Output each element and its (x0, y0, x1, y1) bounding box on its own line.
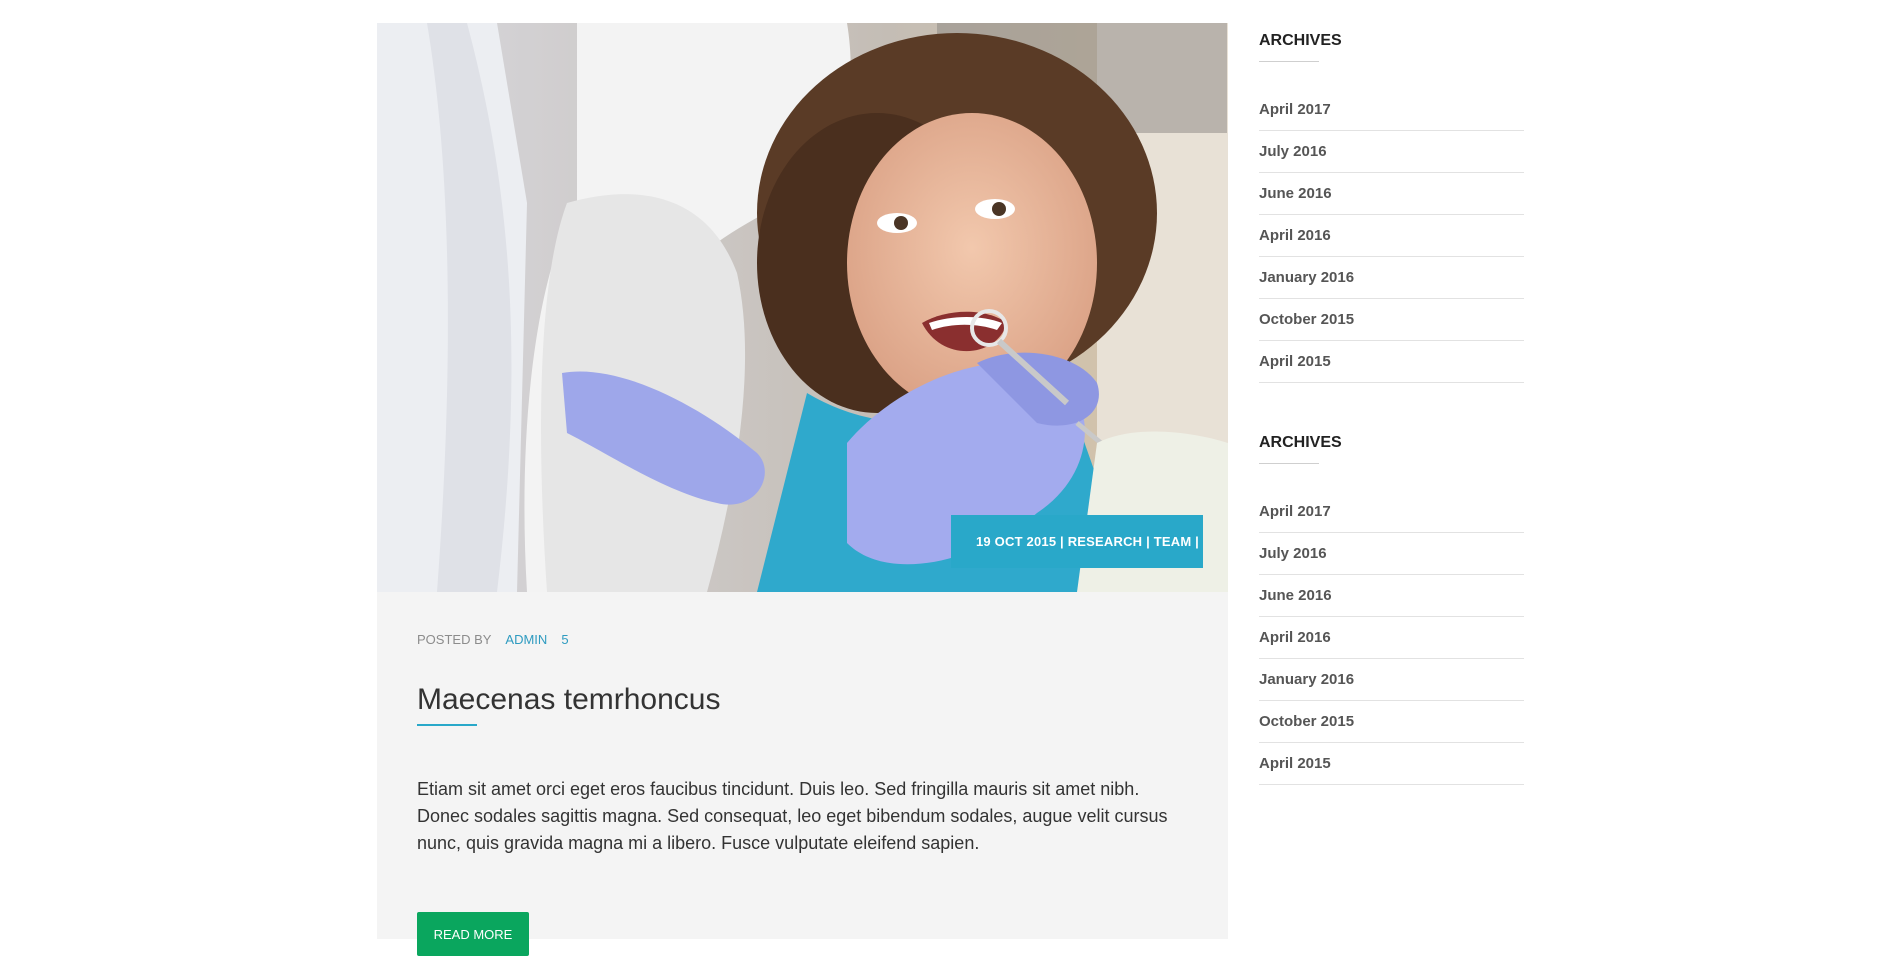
list-item: June 2016 (1259, 173, 1524, 215)
author-link[interactable]: ADMIN (505, 632, 547, 648)
list-item: June 2016 (1259, 575, 1524, 617)
archives-widget: ARCHIVES April 2017 July 2016 June 2016 … (1259, 31, 1524, 383)
title-underline (417, 724, 477, 726)
list-item: April 2017 (1259, 89, 1524, 131)
list-item: July 2016 (1259, 131, 1524, 173)
archive-link[interactable]: April 2015 (1259, 755, 1331, 772)
child-at-dentist-image (377, 23, 1228, 592)
post-meta-line: POSTED BY ADMIN 5 (417, 632, 1188, 648)
list-item: April 2016 (1259, 617, 1524, 659)
widget-title-underline (1259, 61, 1319, 62)
archive-link[interactable]: June 2016 (1259, 185, 1332, 202)
list-item: October 2015 (1259, 299, 1524, 341)
archives-widget: ARCHIVES April 2017 July 2016 June 2016 … (1259, 433, 1524, 785)
read-more-button[interactable]: READ MORE (417, 912, 529, 956)
post-body: POSTED BY ADMIN 5 Maecenas temrhoncus Et… (377, 632, 1228, 956)
archive-link[interactable]: June 2016 (1259, 587, 1332, 604)
archive-link[interactable]: April 2017 (1259, 101, 1331, 118)
archive-link[interactable]: April 2016 (1259, 629, 1331, 646)
archive-link[interactable]: January 2016 (1259, 269, 1354, 286)
post-excerpt: Etiam sit amet orci eget eros faucibus t… (417, 779, 1168, 853)
archive-link[interactable]: October 2015 (1259, 713, 1354, 730)
archive-link[interactable]: October 2015 (1259, 311, 1354, 328)
widget-title-underline (1259, 463, 1319, 464)
comment-count-link[interactable]: 5 (561, 632, 568, 648)
archive-link[interactable]: April 2015 (1259, 353, 1331, 370)
list-item: July 2016 (1259, 533, 1524, 575)
list-item: April 2015 (1259, 341, 1524, 383)
blog-post-card: 19 OCT 2015 | RESEARCH | TEAM | POSTED B… (377, 23, 1228, 956)
post-meta-badge: 19 OCT 2015 | RESEARCH | TEAM | (951, 515, 1203, 568)
archive-link[interactable]: April 2016 (1259, 227, 1331, 244)
widget-title: ARCHIVES (1259, 32, 1342, 49)
widget-title: ARCHIVES (1259, 434, 1342, 451)
list-item: January 2016 (1259, 659, 1524, 701)
post-featured-image[interactable]: 19 OCT 2015 | RESEARCH | TEAM | (377, 23, 1228, 592)
archive-link[interactable]: April 2017 (1259, 503, 1331, 520)
archive-link[interactable]: July 2016 (1259, 143, 1327, 160)
posted-by-label: POSTED BY (417, 632, 492, 647)
post-title[interactable]: Maecenas temrhoncus (417, 682, 1188, 718)
list-item: October 2015 (1259, 701, 1524, 743)
list-item: April 2016 (1259, 215, 1524, 257)
archive-link[interactable]: July 2016 (1259, 545, 1327, 562)
archive-link[interactable]: January 2016 (1259, 671, 1354, 688)
list-item: April 2015 (1259, 743, 1524, 785)
list-item: April 2017 (1259, 491, 1524, 533)
list-item: January 2016 (1259, 257, 1524, 299)
archive-list: April 2017 July 2016 June 2016 April 201… (1259, 89, 1524, 383)
archive-list: April 2017 July 2016 June 2016 April 201… (1259, 491, 1524, 785)
